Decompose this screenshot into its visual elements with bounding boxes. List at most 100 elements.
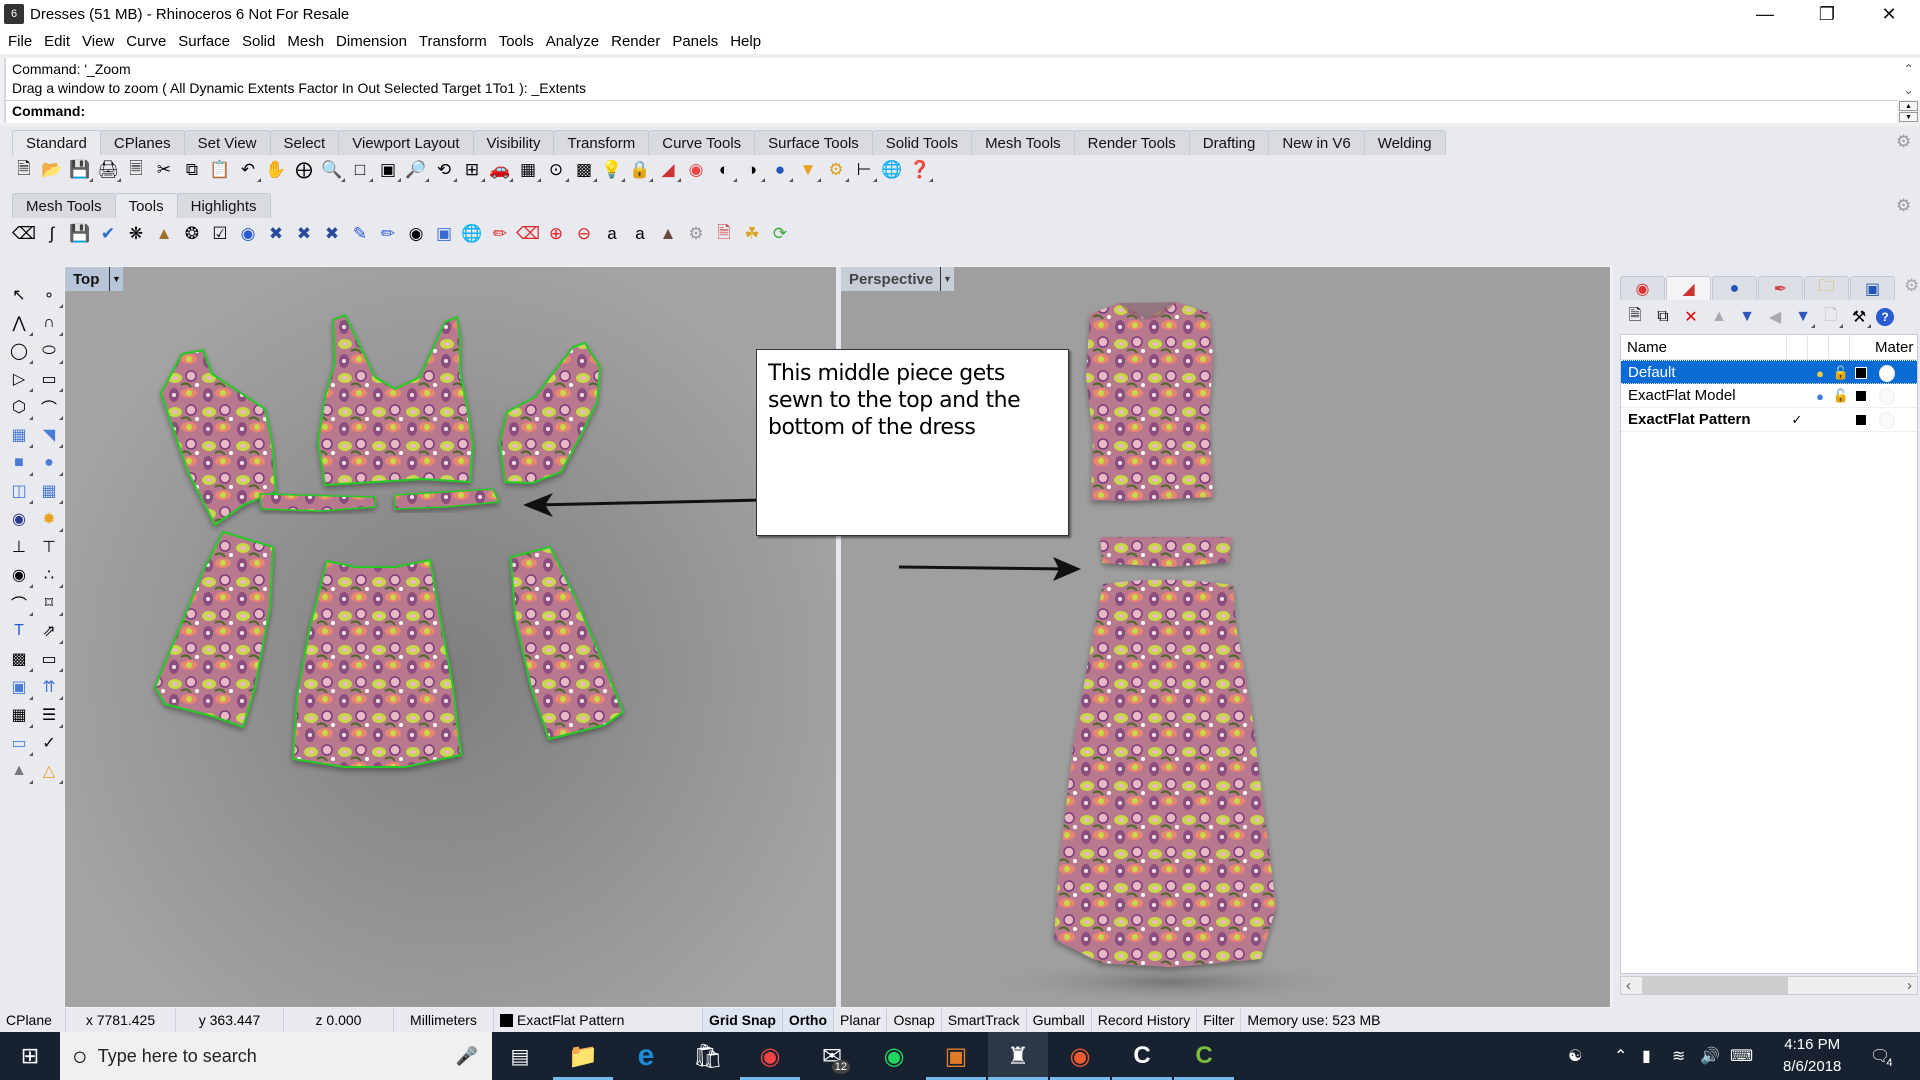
volume-icon[interactable]: 🔊	[1700, 1032, 1720, 1080]
eraser-red-icon[interactable]: ⌫	[516, 222, 540, 246]
camtasia-recorder-icon[interactable]: C	[1174, 1032, 1234, 1080]
transform-icon[interactable]: ▭	[36, 646, 63, 672]
unlock-icon[interactable]: 🔓	[1833, 388, 1849, 404]
status-cplane[interactable]: CPlane	[0, 1008, 66, 1032]
undo-icon[interactable]: ↶	[236, 158, 261, 182]
zoom-selected-icon[interactable]: 🔎	[404, 158, 429, 182]
binoculars-icon[interactable]: ◉	[404, 222, 428, 246]
clock[interactable]: 4:16 PM 8/6/2018	[1783, 1032, 1841, 1080]
eraser-tool-icon[interactable]: ⌫	[12, 222, 36, 246]
task-view-icon[interactable]: ▤	[490, 1032, 550, 1080]
paste-icon[interactable]: 📋	[208, 158, 232, 182]
layer-material-icon[interactable]	[1879, 364, 1895, 382]
osnap-icon[interactable]: ⊙	[544, 158, 569, 182]
sphere-pencil-icon[interactable]: ✎	[348, 222, 372, 246]
four-viewports-icon[interactable]: ⊞	[460, 158, 485, 182]
color-icon[interactable]: ◉	[684, 158, 708, 182]
grid-array-icon[interactable]: ▦	[6, 702, 33, 728]
add-seam-icon[interactable]: ⊕	[544, 222, 568, 246]
render-globe-icon[interactable]: 🌐	[880, 158, 904, 182]
toggle-filter[interactable]: Filter	[1197, 1008, 1242, 1032]
new-sublayer-icon[interactable]: ⧉	[1652, 306, 1674, 328]
surface-edge-icon[interactable]: ◥	[36, 422, 63, 448]
layer-row-default[interactable]: Default ● 🔓	[1621, 360, 1917, 384]
layer-row-exactflat-pattern[interactable]: ExactFlat Pattern ✓	[1621, 408, 1917, 432]
menu-edit[interactable]: Edit	[38, 33, 76, 50]
spotlight-icon[interactable]: ▼	[796, 158, 821, 182]
restore-button[interactable]: ❐	[1804, 0, 1850, 28]
mesh-repair-icon[interactable]: ❋	[124, 222, 148, 246]
command-history-scrollbar[interactable]: ⌃ ⌄	[1897, 58, 1920, 100]
floppy-icon[interactable]: 💾	[68, 222, 92, 246]
sphere-brush-icon[interactable]: ✏	[376, 222, 400, 246]
menu-curve[interactable]: Curve	[120, 33, 172, 50]
panel-tab-help[interactable]: ▣	[1850, 276, 1895, 300]
curve-control-icon[interactable]: ∩	[36, 310, 63, 336]
chrome-icon[interactable]: ◉	[740, 1032, 800, 1080]
app-blue-icon[interactable]: ▣	[926, 1032, 986, 1080]
panel-tab-render[interactable]: ●	[1712, 276, 1757, 300]
move-down-icon[interactable]: ▼	[1736, 306, 1758, 328]
mesh-patch-icon[interactable]: ▦	[36, 478, 63, 504]
toolbar2-settings-gear-icon[interactable]: ⚙	[1896, 196, 1911, 216]
new-file-icon[interactable]: 🗎	[12, 158, 36, 182]
solid-box-icon[interactable]: ▣	[6, 674, 33, 700]
mirror-icon[interactable]: ☰	[36, 702, 63, 728]
cut-icon[interactable]: ✂	[152, 158, 176, 182]
column-name[interactable]: Name	[1627, 339, 1667, 356]
copy-icon[interactable]: ⧉	[180, 158, 204, 182]
array-icon[interactable]: ▩	[6, 646, 33, 672]
grid-options-icon[interactable]: ▦	[516, 158, 541, 182]
grenade-globe-icon[interactable]: 🌐	[460, 222, 484, 246]
options-gear-icon[interactable]: ⚙	[824, 158, 849, 182]
toggle-smarttrack[interactable]: SmartTrack	[942, 1008, 1027, 1032]
scroll-right-icon[interactable]: ›	[1907, 977, 1912, 994]
lock-icon[interactable]: 🔒	[628, 158, 653, 182]
status-units[interactable]: Millimeters	[394, 1008, 494, 1032]
circle-icon[interactable]: ◯	[6, 338, 33, 364]
tab-solid-tools[interactable]: Solid Tools	[871, 130, 973, 155]
extrude-icon[interactable]: ⇈	[36, 674, 63, 700]
menu-dimension[interactable]: Dimension	[330, 33, 413, 50]
action-center-icon[interactable]: 🗨 4	[1870, 1032, 1892, 1080]
spotify-icon[interactable]: ◉	[864, 1032, 924, 1080]
layer-color-swatch[interactable]	[1853, 365, 1869, 381]
layer-material-icon[interactable]	[1879, 411, 1895, 429]
menu-help[interactable]: Help	[724, 33, 767, 50]
tab-mesh-tools[interactable]: Mesh Tools	[971, 130, 1075, 155]
polyline-icon[interactable]: ⋀	[6, 310, 33, 336]
mesh-x-p-icon[interactable]: ✖	[320, 222, 344, 246]
dimension-icon[interactable]: ⊢	[852, 158, 877, 182]
print-icon[interactable]: 🖨	[96, 158, 121, 182]
layer-color-swatch[interactable]	[1853, 412, 1869, 428]
toggle-ortho[interactable]: Ortho	[782, 1008, 835, 1032]
offset-curve-icon[interactable]: ⌑	[36, 590, 63, 616]
annotation-callout[interactable]: This middle piece gets sewn to the top a…	[756, 349, 1069, 536]
tab-highlights[interactable]: Highlights	[176, 193, 271, 218]
store-icon[interactable]: 🛍	[678, 1032, 738, 1080]
tab-viewport-layout[interactable]: Viewport Layout	[338, 130, 474, 155]
rectangle-icon[interactable]: ▭	[36, 366, 63, 392]
zoom-extents-icon[interactable]: ▣	[376, 158, 401, 182]
remove-seam-icon[interactable]: ⊖	[572, 222, 596, 246]
tab-welding[interactable]: Welding	[1363, 130, 1446, 155]
layer-material-icon[interactable]	[1879, 387, 1895, 405]
primitives-icon[interactable]: ▲	[6, 758, 33, 784]
pan-icon[interactable]: ✋	[264, 158, 288, 182]
layer-color-swatch[interactable]	[1853, 388, 1869, 404]
menu-file[interactable]: File	[2, 33, 38, 50]
move-left-icon[interactable]: ◀	[1764, 306, 1786, 328]
rendered-icon[interactable]: ◑	[740, 158, 765, 182]
material-icon[interactable]: ●	[768, 158, 793, 182]
zoom-window-icon[interactable]: □	[348, 158, 373, 182]
extend-trim-icon[interactable]: ⊥	[6, 534, 32, 560]
spin-up-icon[interactable]: ▲	[1899, 101, 1918, 111]
spin-down-icon[interactable]: ▼	[1899, 112, 1918, 122]
tab-select[interactable]: Select	[269, 130, 340, 155]
menu-surface[interactable]: Surface	[172, 33, 236, 50]
scroll-down-icon[interactable]: ⌄	[1903, 83, 1913, 97]
toggle-record-history[interactable]: Record History	[1092, 1008, 1198, 1032]
wireframe-sphere-icon[interactable]: ❂	[180, 222, 204, 246]
text-icon[interactable]: T	[6, 618, 32, 644]
duplicate-icon[interactable]: 🗋	[1820, 306, 1843, 328]
